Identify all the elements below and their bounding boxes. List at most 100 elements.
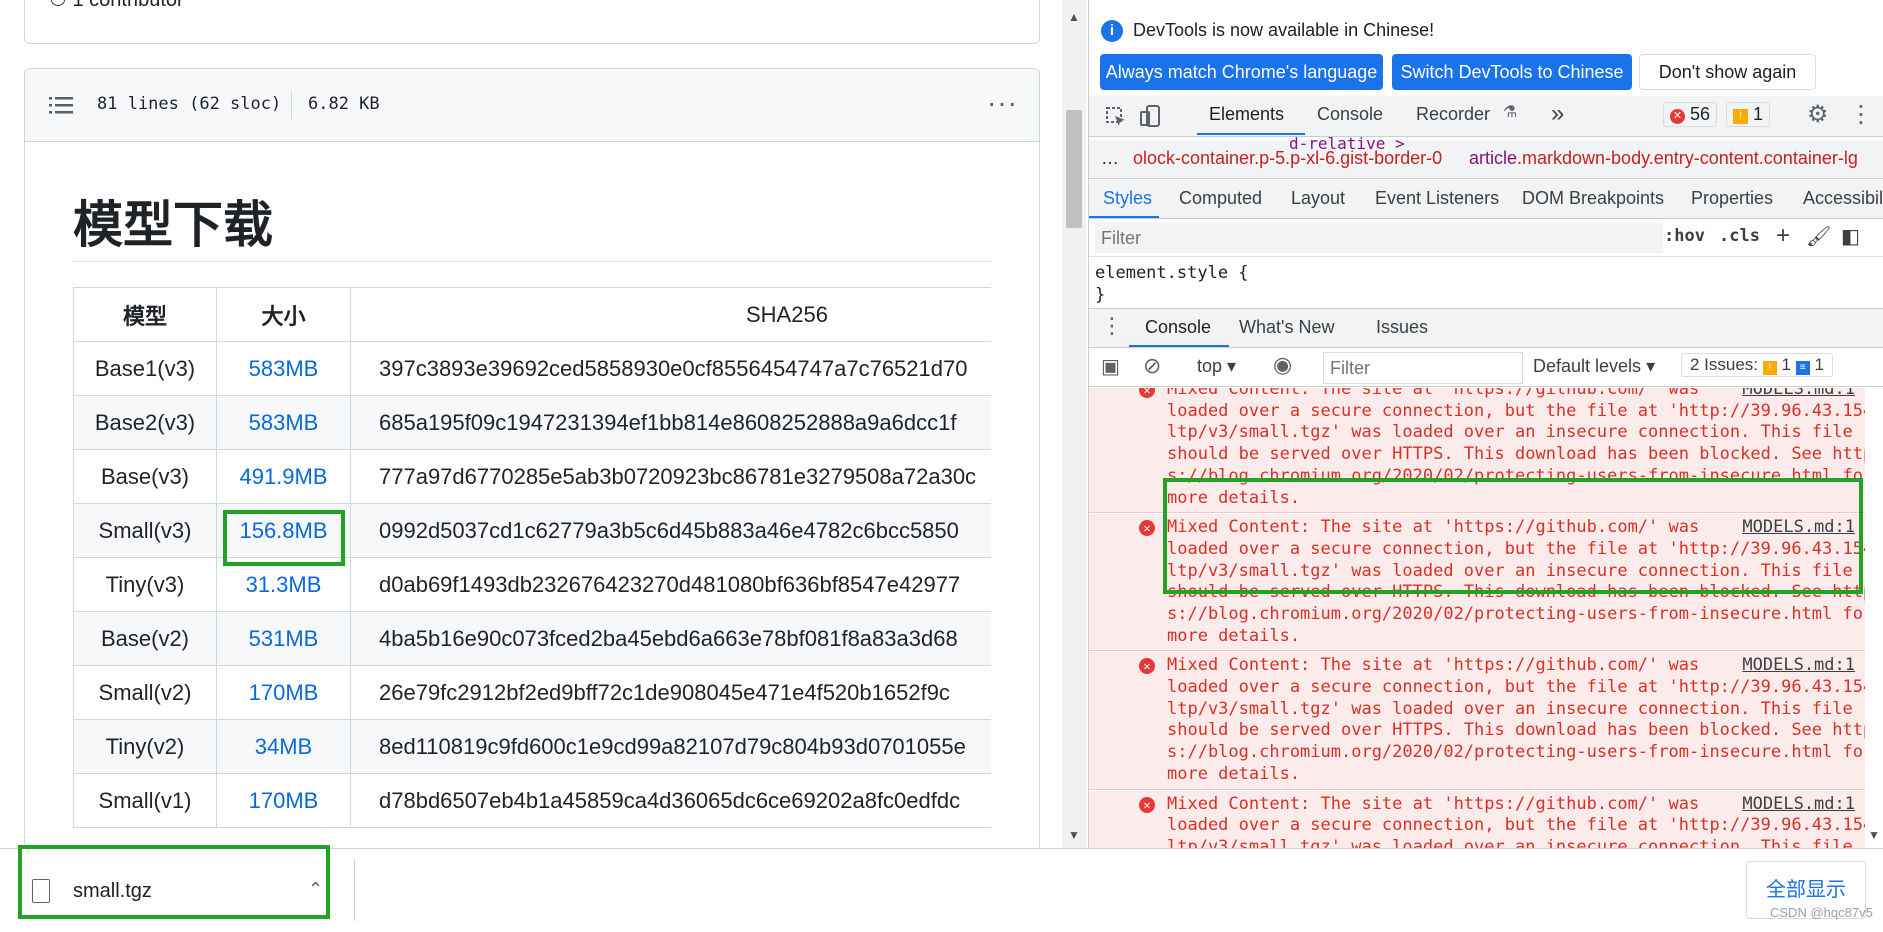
table-row: Small(v2) 170MB 26e79fc2912bf2ed9bff72c1de… (73, 665, 991, 720)
scroll-up-icon[interactable]: ▲ (1068, 10, 1080, 24)
model-size-link[interactable]: 583MB (216, 395, 351, 450)
download-bar: small.tgz ⌃ 全部显示 CSDN @hqc87v5 (0, 845, 1883, 932)
warning-icon: ! (1762, 361, 1777, 375)
live-expression-eye-icon[interactable]: ◉ (1273, 352, 1292, 378)
match-language-button[interactable]: Always match Chrome's language (1100, 54, 1383, 90)
download-link[interactable]: 31.3MB (246, 572, 322, 597)
tab-accessibility[interactable]: Accessibili (1803, 188, 1883, 209)
model-size-link[interactable]: 531MB (216, 611, 351, 666)
message-line: s://blog.chromium.org/2020/02/protecting… (1167, 742, 1865, 763)
sha256-value: d0ab69f1493db232676423270d481080bf636bf8… (350, 557, 991, 612)
file-lines: 81 lines (62 sloc) (97, 94, 282, 114)
message-line: Mixed Content: The site at 'https://gith… (1167, 655, 1700, 676)
switch-chinese-button[interactable]: Switch DevTools to Chinese (1392, 54, 1632, 90)
tab-dom-breakpoints[interactable]: DOM Breakpoints (1522, 188, 1664, 209)
sidebar-toggle-icon[interactable]: ◧ (1841, 224, 1860, 249)
inspect-icon[interactable] (1105, 106, 1127, 128)
tab-layout[interactable]: Layout (1291, 188, 1345, 209)
message-line: Mixed Content: The site at 'https://gith… (1167, 793, 1700, 814)
download-link[interactable]: 34MB (255, 734, 312, 759)
tab-console[interactable]: Console (1317, 104, 1383, 125)
device-toggle-icon[interactable] (1139, 104, 1163, 128)
breadcrumb-ellipsis[interactable]: … (1101, 148, 1119, 169)
styles-filter-input[interactable] (1095, 223, 1663, 253)
message-line: loaded over a secure connection, but the… (1167, 677, 1865, 698)
paint-icon[interactable]: 🖌 (1806, 224, 1831, 249)
console-error-message: ✕ MODELS.md:1 Mixed Content: The site at '… (1089, 790, 1865, 848)
settings-gear-icon[interactable]: ⚙ (1807, 100, 1829, 129)
console-toolbar: ▣ ⊘ top ▾ ◉ Default levels ▾ 2 Issues: !… (1089, 348, 1883, 387)
sha256-value: 8ed110819c9fd600c1e9cd99a82107d79c804b93… (350, 719, 991, 774)
drawer-tab-issues[interactable]: Issues (1376, 317, 1428, 338)
outline-list-icon[interactable] (49, 95, 73, 115)
highlight-console-message (1163, 478, 1863, 594)
table-row: Base1(v3) 583MB 397c3893e39692ced5858930e0… (73, 341, 991, 396)
sha256-value: 0992d5037cd1c62779a3b5c6d45b883a46e4782c… (350, 503, 991, 558)
contributors-label[interactable]: ⚇ 1 contributor (49, 0, 184, 12)
more-tabs-icon[interactable]: » (1551, 100, 1564, 128)
styles-subtabs: Styles Computed Layout Event Listeners D… (1089, 180, 1883, 219)
model-name: Base(v2) (73, 611, 217, 666)
message-line: s://blog.chromium.org/2020/02/protecting… (1167, 603, 1865, 624)
model-size-link[interactable]: 170MB (216, 773, 351, 828)
model-size-link[interactable]: 491.9MB (216, 449, 351, 504)
tab-elements[interactable]: Elements (1209, 104, 1284, 125)
clear-console-icon[interactable]: ⊘ (1143, 353, 1161, 379)
scroll-down-icon[interactable]: ▼ (1068, 828, 1080, 842)
file-box: 81 lines (62 sloc) 6.82 KB ··· 模型下载 模型 大… (24, 68, 1040, 848)
dont-show-button[interactable]: Don't show again (1639, 54, 1816, 90)
sha256-value: d78bd6507eb4b1a45859ca4d36065dc6ce69202a… (350, 773, 991, 828)
hov-toggle[interactable]: :hov (1664, 226, 1705, 246)
console-filter-input[interactable] (1323, 352, 1523, 384)
drawer-tabbar: ⋮ Console What's New Issues (1089, 308, 1883, 348)
warning-counter[interactable]: ! 1 (1726, 102, 1771, 127)
tab-properties[interactable]: Properties (1691, 188, 1773, 209)
model-name: Base1(v3) (73, 341, 217, 396)
tab-recorder[interactable]: Recorder (1416, 104, 1490, 125)
watermark: CSDN @hqc87v5 (1770, 905, 1873, 920)
tab-styles[interactable]: Styles (1103, 188, 1152, 209)
add-rule-icon[interactable]: + (1776, 222, 1790, 250)
model-size-link[interactable]: 170MB (216, 665, 351, 720)
download-link[interactable]: 583MB (249, 410, 319, 435)
sha256-value: 777a97d6770285e5ab3b0720923bc86781e32795… (350, 449, 991, 504)
error-counter[interactable]: ✕ 56 (1663, 102, 1718, 127)
kebab-menu-icon[interactable]: ⋮ (1849, 100, 1873, 129)
page-scrollbar[interactable]: ▲ ▼ (1062, 0, 1086, 848)
highlight-download-item (18, 845, 330, 919)
info-issue-icon: ≡ (1795, 361, 1810, 375)
cls-toggle[interactable]: .cls (1719, 226, 1760, 246)
breadcrumb-item[interactable]: olock-container.p-5.p-xl-6.gist-border-0 (1133, 148, 1442, 169)
message-line: ltp/v3/small.tgz' was loaded over an ins… (1167, 836, 1853, 848)
show-sidebar-icon[interactable]: ▣ (1101, 354, 1120, 379)
person-icon: ⚇ (49, 0, 73, 11)
file-header: 81 lines (62 sloc) 6.82 KB ··· (25, 69, 1039, 142)
download-link[interactable]: 531MB (249, 626, 319, 651)
model-name: Base2(v3) (73, 395, 217, 450)
log-levels-select[interactable]: Default levels ▾ (1533, 356, 1655, 377)
breadcrumb-item[interactable]: article.markdown-body.entry-content.cont… (1469, 148, 1858, 169)
download-link[interactable]: 583MB (249, 356, 319, 381)
scroll-thumb[interactable] (1066, 110, 1082, 228)
download-link[interactable]: 170MB (249, 788, 319, 813)
issues-button[interactable]: 2 Issues: ! 1 ≡ 1 (1681, 353, 1833, 377)
tab-computed[interactable]: Computed (1179, 188, 1262, 209)
download-link[interactable]: 170MB (249, 680, 319, 705)
message-line: loaded over a secure connection, but the… (1167, 400, 1865, 421)
model-size-link[interactable]: 583MB (216, 341, 351, 396)
console-scrollbar[interactable]: ▼ (1865, 388, 1883, 848)
model-name: Tiny(v2) (73, 719, 217, 774)
drawer-tab-whats-new[interactable]: What's New (1239, 317, 1334, 338)
drawer-menu-icon[interactable]: ⋮ (1101, 313, 1123, 339)
drawer-tab-console[interactable]: Console (1145, 317, 1211, 338)
file-size: 6.82 KB (308, 94, 380, 114)
styles-filter-bar: :hov .cls + 🖌 ◧ (1089, 220, 1883, 257)
scroll-down-icon[interactable]: ▼ (1868, 828, 1880, 842)
tab-event-listeners[interactable]: Event Listeners (1375, 188, 1499, 209)
model-size-link[interactable]: 34MB (216, 719, 351, 774)
sha256-value: 4ba5b16e90c073fced2ba45ebd6a663e78bf081f… (350, 611, 991, 666)
message-line: ltp/v3/small.tgz' was loaded over an ins… (1167, 422, 1853, 443)
more-options-icon[interactable]: ··· (987, 87, 1018, 119)
context-select[interactable]: top ▾ (1197, 356, 1236, 377)
download-link[interactable]: 491.9MB (239, 464, 327, 489)
